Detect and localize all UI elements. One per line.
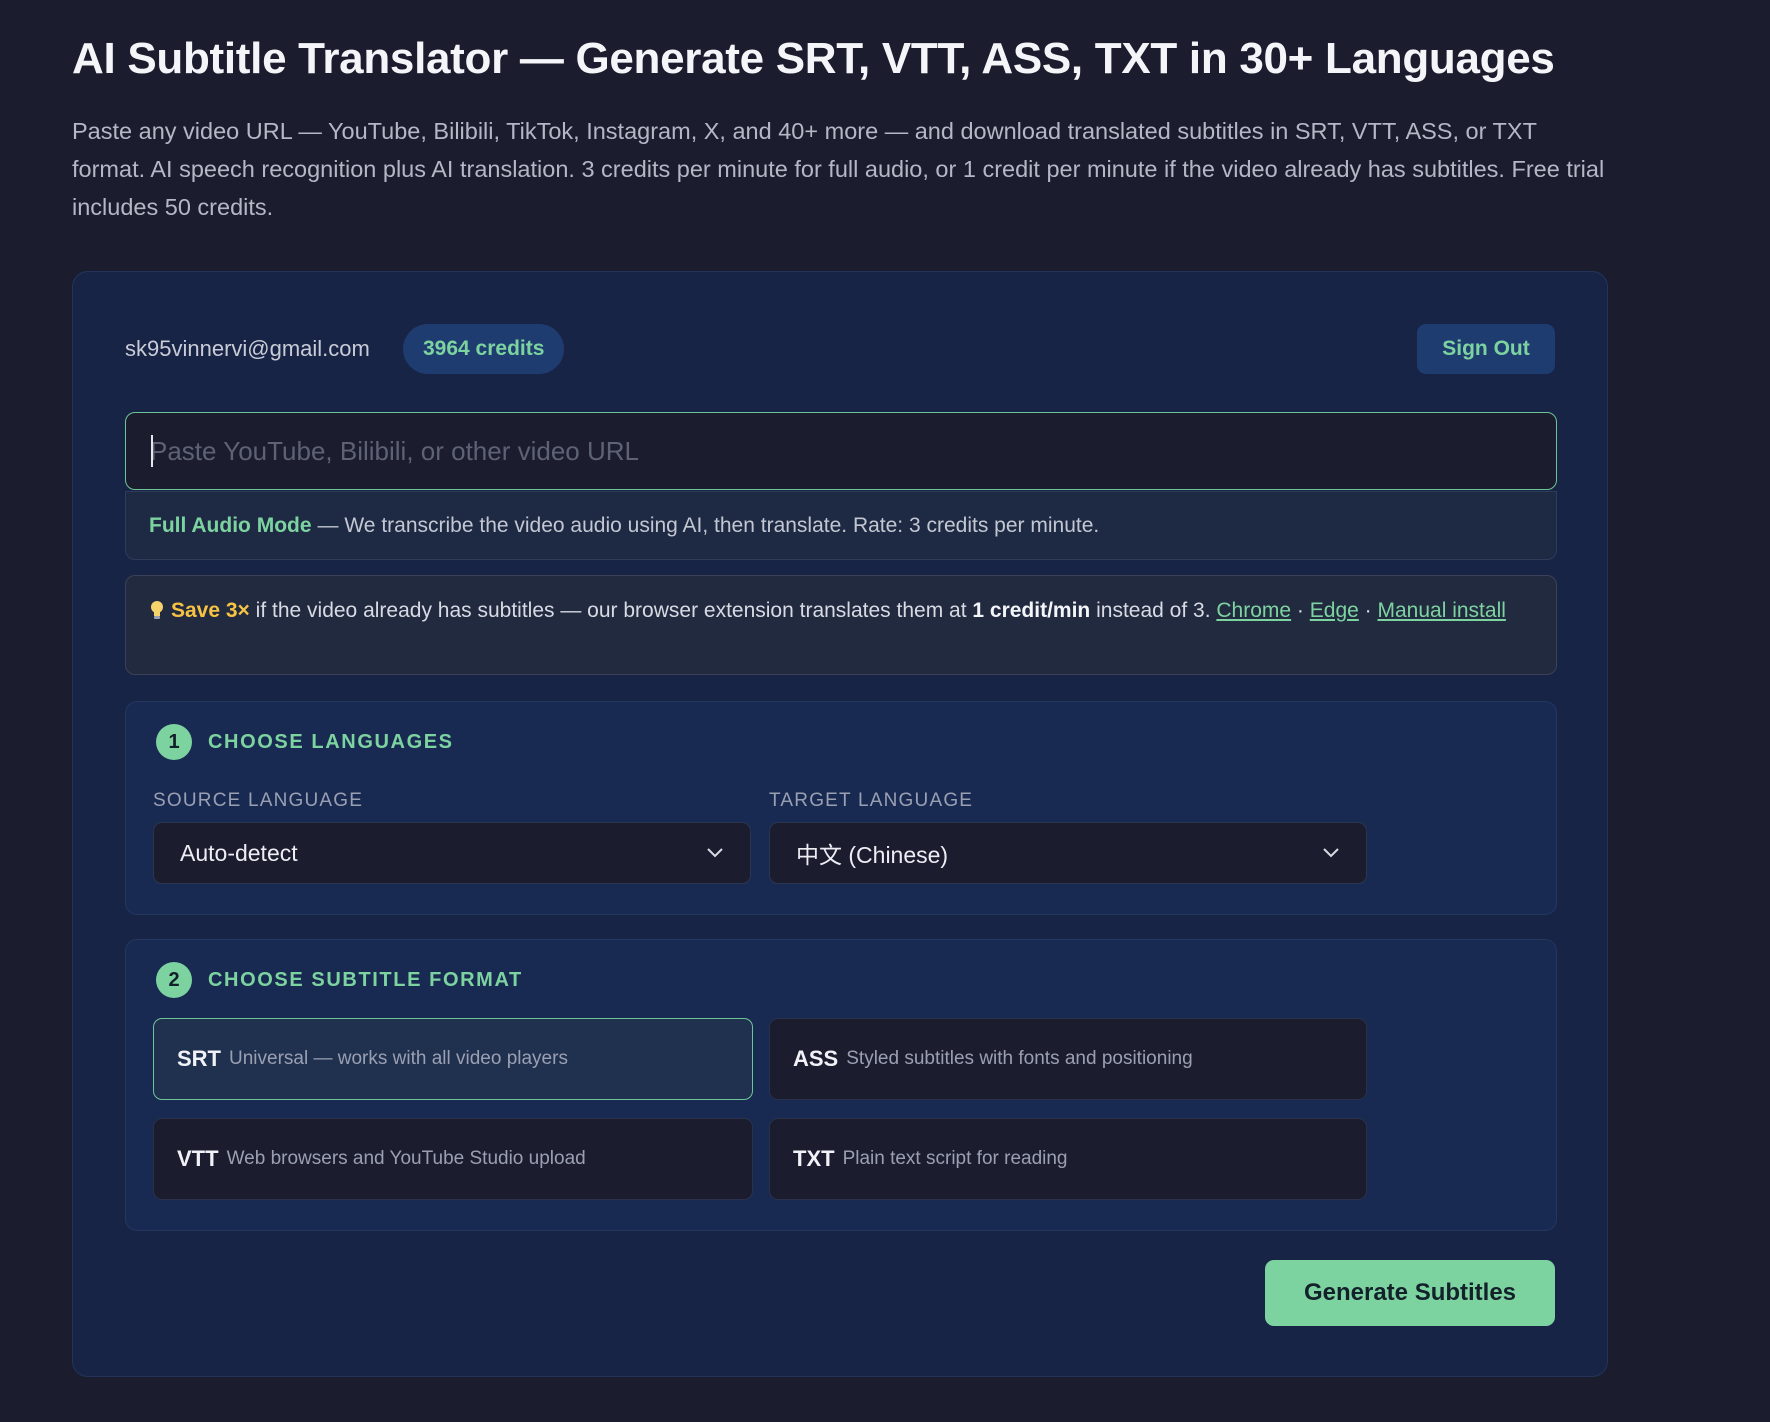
sign-out-button[interactable]: Sign Out — [1417, 324, 1555, 374]
chrome-extension-link[interactable]: Chrome — [1216, 599, 1291, 622]
format-option-srt[interactable]: SRT Universal — works with all video pla… — [153, 1018, 753, 1100]
format-description: Plain text script for reading — [842, 1148, 1068, 1169]
source-language-label: SOURCE LANGUAGE — [153, 790, 364, 811]
page-title: AI Subtitle Translator — Generate SRT, V… — [72, 34, 1555, 83]
target-language-label: TARGET LANGUAGE — [769, 790, 974, 811]
lightbulb-icon — [149, 597, 165, 619]
page: AI Subtitle Translator — Generate SRT, V… — [0, 0, 1770, 1422]
format-name: ASS — [793, 1046, 839, 1071]
edge-extension-link[interactable]: Edge — [1310, 599, 1359, 622]
tip-text-after: instead of 3. — [1096, 599, 1211, 622]
format-name: TXT — [793, 1146, 835, 1171]
save-tip-box: Save 3× if the video already has subtitl… — [125, 575, 1557, 675]
format-option-ass[interactable]: ASS Styled subtitles with fonts and posi… — [769, 1018, 1367, 1100]
link-separator: · — [1296, 599, 1304, 622]
mode-description: — We transcribe the video audio using AI… — [317, 513, 1100, 537]
step-title: CHOOSE LANGUAGES — [208, 730, 454, 753]
tip-text-before: if the video already has subtitles — our… — [255, 599, 967, 622]
chevron-down-icon — [707, 848, 723, 858]
format-name: VTT — [177, 1146, 219, 1171]
target-language-select[interactable]: 中文 (Chinese) — [769, 822, 1367, 884]
choose-format-section: 2 CHOOSE SUBTITLE FORMAT SRT Universal —… — [125, 939, 1557, 1231]
source-language-value: Auto-detect — [180, 839, 298, 866]
full-audio-mode-note: Full Audio Mode — We transcribe the vide… — [125, 491, 1557, 560]
account-row: sk95vinnervi@gmail.com 3964 credits Sign… — [125, 324, 1555, 374]
choose-languages-section: 1 CHOOSE LANGUAGES SOURCE LANGUAGE TARGE… — [125, 701, 1557, 915]
mode-name: Full Audio Mode — [149, 513, 312, 537]
format-option-txt[interactable]: TXT Plain text script for reading — [769, 1118, 1367, 1200]
format-description: Web browsers and YouTube Studio upload — [226, 1148, 586, 1169]
source-language-select[interactable]: Auto-detect — [153, 822, 751, 884]
step-header: 2 CHOOSE SUBTITLE FORMAT — [156, 962, 523, 998]
translator-card: sk95vinnervi@gmail.com 3964 credits Sign… — [72, 271, 1608, 1377]
user-email: sk95vinnervi@gmail.com — [125, 336, 370, 361]
step-number: 1 — [156, 724, 192, 760]
format-option-vtt[interactable]: VTT Web browsers and YouTube Studio uplo… — [153, 1118, 753, 1200]
link-separator: · — [1364, 599, 1372, 622]
tip-rate: 1 credit/min — [972, 599, 1091, 622]
format-description: Universal — works with all video players — [229, 1048, 568, 1069]
credits-badge: 3964 credits — [403, 324, 565, 374]
step-number: 2 — [156, 962, 192, 998]
step-title: CHOOSE SUBTITLE FORMAT — [208, 968, 523, 991]
format-description: Styled subtitles with fonts and position… — [846, 1048, 1193, 1069]
page-description: Paste any video URL — YouTube, Bilibili,… — [72, 118, 1605, 220]
save-highlight: Save 3× — [171, 599, 250, 622]
video-url-input[interactable] — [125, 412, 1557, 490]
target-language-value: 中文 (Chinese) — [796, 842, 949, 868]
generate-subtitles-button[interactable]: Generate Subtitles — [1265, 1260, 1555, 1326]
text-caret — [151, 435, 153, 467]
chevron-down-icon — [1323, 848, 1339, 858]
step-header: 1 CHOOSE LANGUAGES — [156, 724, 454, 760]
manual-install-link[interactable]: Manual install — [1378, 599, 1506, 622]
format-name: SRT — [177, 1046, 221, 1071]
